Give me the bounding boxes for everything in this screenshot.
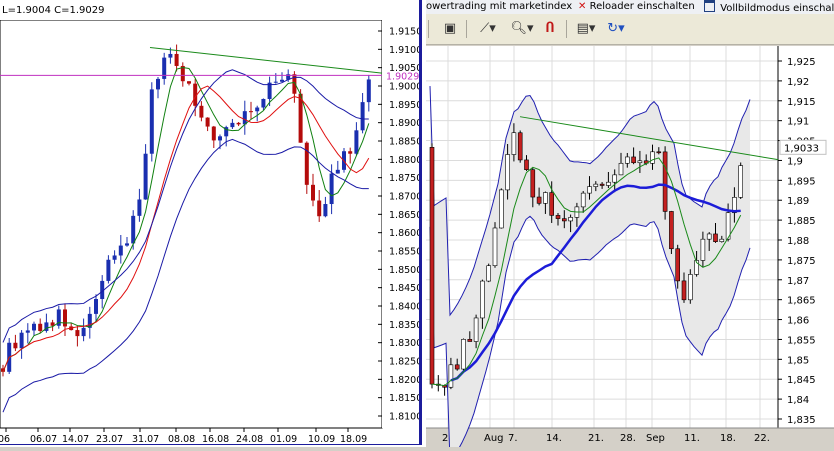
right-y-tick-label: 1,92 bbox=[787, 77, 809, 88]
right-x-tick-label: 14. bbox=[546, 433, 562, 444]
red-x-icon: ✕ bbox=[578, 1, 587, 12]
draw-line-icon[interactable]: ⟋▾ bbox=[474, 19, 502, 39]
right-candle-body bbox=[448, 364, 454, 388]
right-candle-body bbox=[656, 151, 662, 154]
chart-properties-icon[interactable]: ▣ bbox=[440, 19, 460, 39]
right-candle-body bbox=[480, 280, 485, 319]
right-candle-body bbox=[511, 132, 517, 155]
tab-reloader[interactable]: ✕ Reloader einschalten bbox=[578, 0, 695, 14]
notes-icon[interactable]: ▤▾ bbox=[572, 19, 600, 39]
right-candle-body bbox=[461, 338, 466, 370]
right-candle-body bbox=[593, 183, 599, 187]
right-candle-body bbox=[524, 159, 529, 170]
right-candle-body bbox=[618, 162, 624, 176]
left-chart-frame bbox=[0, 0, 422, 445]
right-candle-body bbox=[543, 192, 548, 204]
right-candle-body bbox=[555, 215, 561, 219]
right-x-tick-label: 11. bbox=[684, 433, 700, 444]
right-y-tick-label: 1,865 bbox=[787, 296, 816, 307]
right-candle-body bbox=[580, 192, 586, 208]
right-last-price-label: 1,9033 bbox=[784, 143, 819, 154]
right-y-tick-label: 1,89 bbox=[787, 196, 809, 207]
right-candle-body bbox=[486, 265, 492, 282]
right-candle-body bbox=[637, 160, 643, 164]
right-y-tick-label: 1,845 bbox=[787, 375, 816, 386]
refresh-icon[interactable]: ↻▾ bbox=[602, 19, 630, 39]
right-candle-body bbox=[530, 169, 536, 198]
right-y-tick-label: 1,915 bbox=[787, 97, 816, 108]
right-y-tick-label: 1,925 bbox=[787, 57, 816, 68]
right-candle-body bbox=[536, 196, 542, 204]
tab-fullscreen[interactable]: Vollbildmodus einschalte bbox=[704, 0, 834, 14]
right-window: owertrading mit marketindex ✕ Reloader e… bbox=[426, 0, 834, 447]
right-y-tick-label: 1,87 bbox=[787, 276, 809, 287]
right-candle-body bbox=[669, 211, 674, 250]
tab-reloader-label: Reloader einschalten bbox=[589, 1, 695, 12]
right-y-tick-label: 1,91 bbox=[787, 117, 809, 128]
right-x-tick-label: Aug bbox=[484, 433, 504, 444]
right-candle-body bbox=[499, 189, 504, 229]
right-candle-body bbox=[517, 132, 523, 161]
right-candle-body bbox=[650, 151, 655, 164]
right-candle-body bbox=[429, 147, 435, 385]
right-x-tick-label: 22. bbox=[754, 433, 770, 444]
right-y-tick-label: 1,86 bbox=[787, 316, 809, 327]
right-x-tick-label: 7. bbox=[508, 433, 518, 444]
right-candle-body bbox=[454, 364, 460, 370]
right-y-tick-label: 1,84 bbox=[787, 395, 809, 406]
right-candle-body bbox=[467, 338, 473, 342]
right-candle-body bbox=[562, 218, 567, 222]
magnet-icon[interactable]: Ⴖ bbox=[540, 19, 560, 39]
right-candle-body bbox=[568, 217, 573, 222]
right-candle-body bbox=[473, 317, 479, 342]
right-y-tick-label: 1,875 bbox=[787, 256, 816, 267]
right-candle-body bbox=[713, 233, 718, 242]
right-x-tick-label: Sep bbox=[646, 433, 665, 444]
right-candle-body bbox=[505, 154, 510, 191]
right-candle-body bbox=[631, 156, 636, 164]
right-candle-body bbox=[738, 165, 744, 198]
right-candle-body bbox=[700, 238, 706, 261]
tab-fullscreen-label: Vollbildmodus einschalte bbox=[720, 3, 834, 14]
right-y-tick-label: 1,85 bbox=[787, 355, 809, 366]
right-candle-body bbox=[492, 227, 498, 267]
right-candle-body bbox=[606, 181, 611, 186]
right-price-chart[interactable]: 1,9251,921,9151,911,9051,91,8951,891,885… bbox=[426, 44, 834, 447]
right-candle-body bbox=[687, 274, 693, 301]
right-y-tick-label: 1,88 bbox=[787, 236, 809, 247]
right-candle-body bbox=[599, 183, 605, 186]
tab-bar: owertrading mit marketindex ✕ Reloader e… bbox=[426, 0, 834, 14]
left-chart-panel[interactable]: 1.9150 1.9100 1.9050 1.9000 1.8950 1.8900 1.88… bbox=[0, 0, 426, 447]
right-candle-body bbox=[675, 248, 680, 282]
right-candle-body bbox=[706, 233, 712, 240]
right-y-tick-label: 1,835 bbox=[787, 415, 816, 426]
tab-powertrading[interactable]: owertrading mit marketindex bbox=[426, 0, 572, 14]
right-candle-body bbox=[587, 186, 592, 194]
right-x-tick-label: 28. bbox=[620, 433, 636, 444]
right-y-tick-label: 1,855 bbox=[787, 335, 816, 346]
right-y-tick-label: 1,885 bbox=[787, 216, 816, 227]
window-icon bbox=[704, 0, 715, 12]
right-x-tick-label: 21. bbox=[588, 433, 604, 444]
right-candle-body bbox=[612, 174, 617, 183]
chart-toolbar: ▣ ⟋▾ 🔍︎▾ Ⴖ ▤▾ ↻▾ bbox=[426, 14, 834, 45]
right-candle-body bbox=[719, 238, 725, 242]
right-candle-body bbox=[681, 280, 687, 301]
right-candle-body bbox=[625, 156, 630, 164]
zoom-icon[interactable]: 🔍︎▾ bbox=[508, 19, 536, 39]
right-candle-body bbox=[549, 192, 554, 216]
right-x-tick-label: 18. bbox=[720, 433, 736, 444]
right-candle-body bbox=[662, 151, 668, 212]
right-y-tick-label: 1,895 bbox=[787, 176, 816, 187]
right-y-tick-label: 1,9 bbox=[787, 156, 803, 167]
